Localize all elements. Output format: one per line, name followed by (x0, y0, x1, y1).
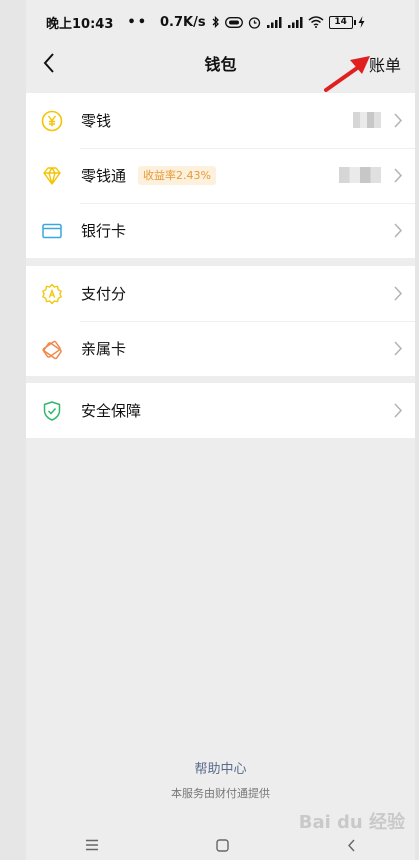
status-dots: •• (127, 14, 149, 30)
chevron-right-icon (394, 113, 403, 128)
menu-icon[interactable] (85, 839, 99, 851)
status-bar: 晚上10:43 •• 0.7K/s 14 (26, 0, 415, 44)
wallet-item-label: 支付分 (81, 285, 127, 303)
status-icons: 14 (212, 15, 365, 29)
network-speed: 0.7K/s (160, 14, 206, 30)
signal-1-icon (266, 16, 282, 28)
wallet-item-label: 安全保障 (81, 402, 142, 420)
battery-icon: 14 (328, 15, 356, 29)
wallet-item-change[interactable]: 零钱 (26, 93, 415, 148)
wallet-item-bank-card[interactable]: 银行卡 (26, 203, 415, 258)
home-icon[interactable] (216, 838, 230, 852)
wallet-item-label: 零钱通 (81, 167, 127, 185)
annotation-arrow-icon (324, 56, 370, 92)
page-title: 钱包 (204, 55, 237, 74)
bluetooth-icon (212, 16, 219, 28)
wallet-item-family-card[interactable]: 亲属卡 (26, 321, 415, 376)
screen-edge (415, 0, 419, 860)
help-center-link[interactable]: 帮助中心 (26, 758, 415, 777)
vpn-icon (224, 16, 243, 28)
wifi-icon (308, 16, 324, 28)
wallet-item-security[interactable]: 安全保障 (26, 383, 415, 438)
previous-screen-edge (0, 0, 26, 860)
signal-2-icon (287, 16, 303, 28)
wallet-card-security: 安全保障 (26, 383, 415, 438)
masked-balance (353, 112, 381, 128)
family-card-icon (42, 340, 62, 360)
wallet-item-pay-score[interactable]: 支付分 (26, 266, 415, 321)
chevron-right-icon (394, 223, 403, 238)
status-time: 晚上10:43 (46, 16, 114, 32)
system-nav-bar (26, 830, 415, 860)
diamond-icon (43, 167, 61, 185)
wallet-card-primary: 零钱 零钱通 收益率2.43% 银行卡 (26, 93, 415, 258)
back-icon[interactable] (38, 50, 62, 76)
wallet-item-label: 银行卡 (81, 222, 127, 240)
back-nav-icon[interactable] (347, 839, 356, 852)
chevron-right-icon (394, 286, 403, 301)
chevron-right-icon (394, 403, 403, 418)
wallet-item-change-plus[interactable]: 零钱通 收益率2.43% (26, 148, 415, 203)
masked-balance (339, 167, 381, 183)
charging-icon (358, 16, 365, 28)
shield-icon (43, 401, 61, 421)
wallet-screen: 晚上10:43 •• 0.7K/s 14 钱包 账单 零钱 零钱通 收益率2.4… (0, 0, 419, 860)
pay-score-icon (42, 283, 62, 305)
chevron-right-icon (394, 341, 403, 356)
service-provider-text: 本服务由财付通提供 (171, 787, 270, 800)
alarm-icon (248, 16, 260, 29)
wallet-card-secondary: 支付分 亲属卡 (26, 266, 415, 376)
yuan-icon (41, 110, 63, 132)
chevron-right-icon (394, 168, 403, 183)
yield-badge: 收益率2.43% (138, 166, 216, 185)
bank-card-icon (42, 223, 62, 239)
wallet-item-label: 亲属卡 (81, 340, 127, 358)
wallet-item-label: 零钱 (81, 112, 112, 130)
